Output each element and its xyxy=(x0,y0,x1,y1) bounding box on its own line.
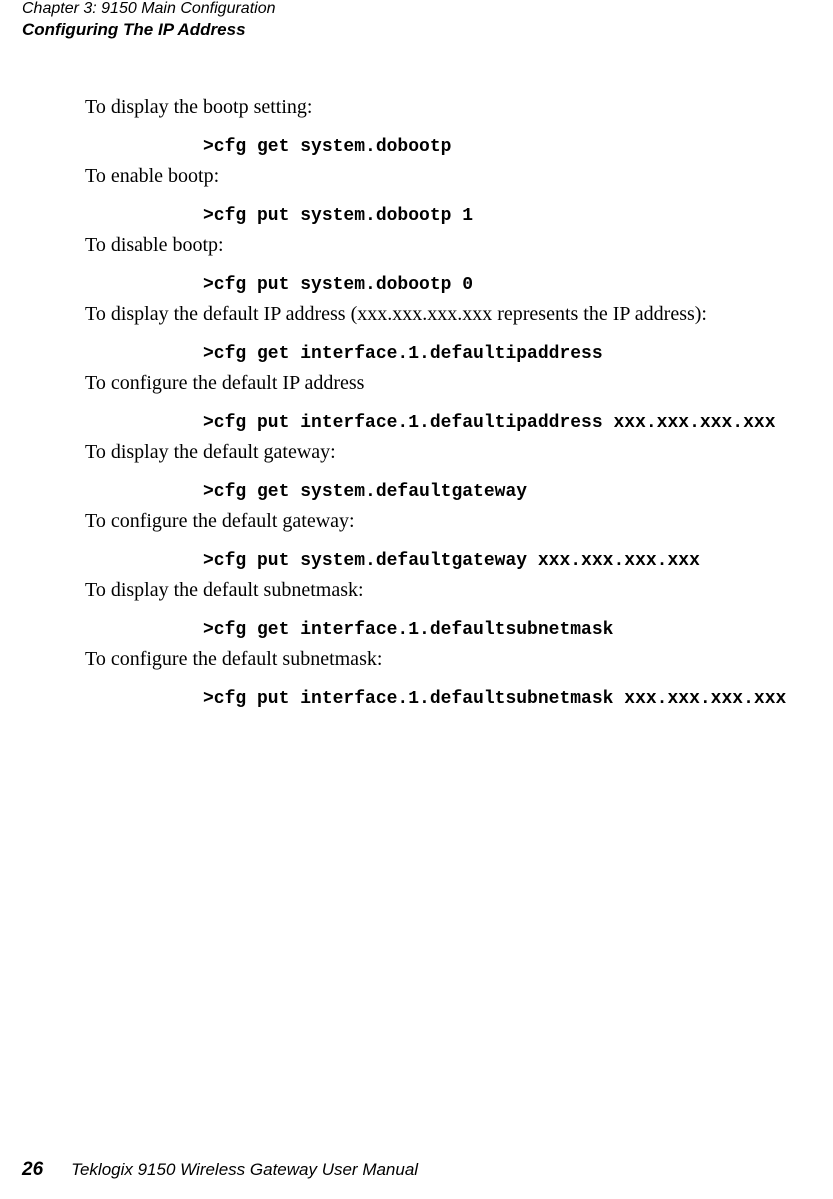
instruction-text: To enable bootp: xyxy=(85,165,810,188)
page-header: Chapter 3: 9150 Main Configuration Confi… xyxy=(0,0,833,40)
page-number: 26 xyxy=(22,1159,43,1180)
command-text: >cfg put system.dobootp 1 xyxy=(85,206,810,226)
command-text: >cfg get interface.1.defaultsubnetmask xyxy=(85,620,810,640)
instruction-text: To configure the default IP address xyxy=(85,372,810,395)
command-text: >cfg put system.dobootp 0 xyxy=(85,275,810,295)
chapter-title: Chapter 3: 9150 Main Configuration xyxy=(22,0,833,18)
command-text: >cfg put system.defaultgateway xxx.xxx.x… xyxy=(85,551,810,571)
command-text: >cfg get system.defaultgateway xyxy=(85,482,810,502)
instruction-text: To display the default IP address (xxx.x… xyxy=(85,303,810,326)
instruction-text: To display the default gateway: xyxy=(85,441,810,464)
instruction-text: To display the default subnetmask: xyxy=(85,579,810,602)
section-title: Configuring The IP Address xyxy=(22,20,833,40)
instruction-text: To disable bootp: xyxy=(85,234,810,257)
instruction-text: To configure the default subnetmask: xyxy=(85,648,810,671)
manual-title: Teklogix 9150 Wireless Gateway User Manu… xyxy=(71,1160,418,1179)
command-text: >cfg get interface.1.defaultipaddress xyxy=(85,344,810,364)
page-content: To display the bootp setting: >cfg get s… xyxy=(0,40,810,709)
command-text: >cfg put interface.1.defaultipaddress xx… xyxy=(85,413,810,433)
page-footer: 26 Teklogix 9150 Wireless Gateway User Ma… xyxy=(22,1159,418,1181)
instruction-text: To configure the default gateway: xyxy=(85,510,810,533)
instruction-text: To display the bootp setting: xyxy=(85,96,810,119)
command-text: >cfg get system.dobootp xyxy=(85,137,810,157)
command-text: >cfg put interface.1.defaultsubnetmask x… xyxy=(85,689,810,709)
